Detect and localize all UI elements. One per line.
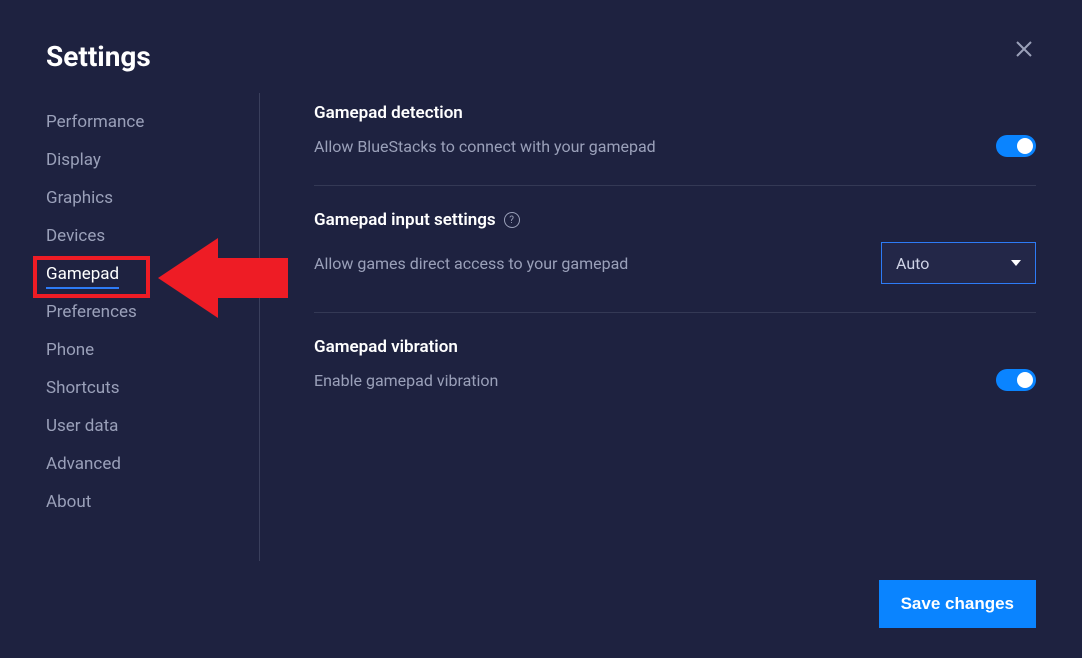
section-title: Gamepad detection (314, 103, 463, 123)
chevron-down-icon (1011, 260, 1021, 266)
section-gamepad-detection: Gamepad detection Allow BlueStacks to co… (314, 103, 1036, 186)
sidebar-item-display[interactable]: Display (46, 141, 259, 179)
setting-desc: Allow games direct access to your gamepa… (314, 254, 628, 273)
gamepad-detection-toggle[interactable] (996, 135, 1036, 157)
setting-desc: Allow BlueStacks to connect with your ga… (314, 137, 656, 156)
help-icon[interactable]: ? (504, 212, 520, 228)
select-value: Auto (896, 254, 929, 273)
sidebar-item-performance[interactable]: Performance (46, 103, 259, 141)
sidebar-item-phone[interactable]: Phone (46, 331, 259, 369)
sidebar-item-devices[interactable]: Devices (46, 217, 259, 255)
sidebar-item-preferences[interactable]: Preferences (46, 293, 259, 331)
sidebar-item-advanced[interactable]: Advanced (46, 445, 259, 483)
content-panel: Gamepad detection Allow BlueStacks to co… (260, 93, 1036, 561)
section-gamepad-input: Gamepad input settings ? Allow games dir… (314, 210, 1036, 313)
section-title: Gamepad vibration (314, 337, 458, 357)
sidebar-item-graphics[interactable]: Graphics (46, 179, 259, 217)
close-icon[interactable] (1012, 36, 1036, 64)
sidebar-item-gamepad[interactable]: Gamepad (46, 255, 259, 293)
gamepad-vibration-toggle[interactable] (996, 369, 1036, 391)
section-gamepad-vibration: Gamepad vibration Enable gamepad vibrati… (314, 337, 1036, 419)
sidebar-item-user-data[interactable]: User data (46, 407, 259, 445)
section-title: Gamepad input settings (314, 210, 496, 230)
gamepad-access-select[interactable]: Auto (881, 242, 1036, 284)
setting-desc: Enable gamepad vibration (314, 371, 498, 390)
sidebar-item-shortcuts[interactable]: Shortcuts (46, 369, 259, 407)
sidebar: Performance Display Graphics Devices Gam… (46, 93, 260, 561)
page-title: Settings (46, 40, 151, 73)
sidebar-item-about[interactable]: About (46, 483, 259, 521)
save-changes-button[interactable]: Save changes (879, 580, 1036, 628)
